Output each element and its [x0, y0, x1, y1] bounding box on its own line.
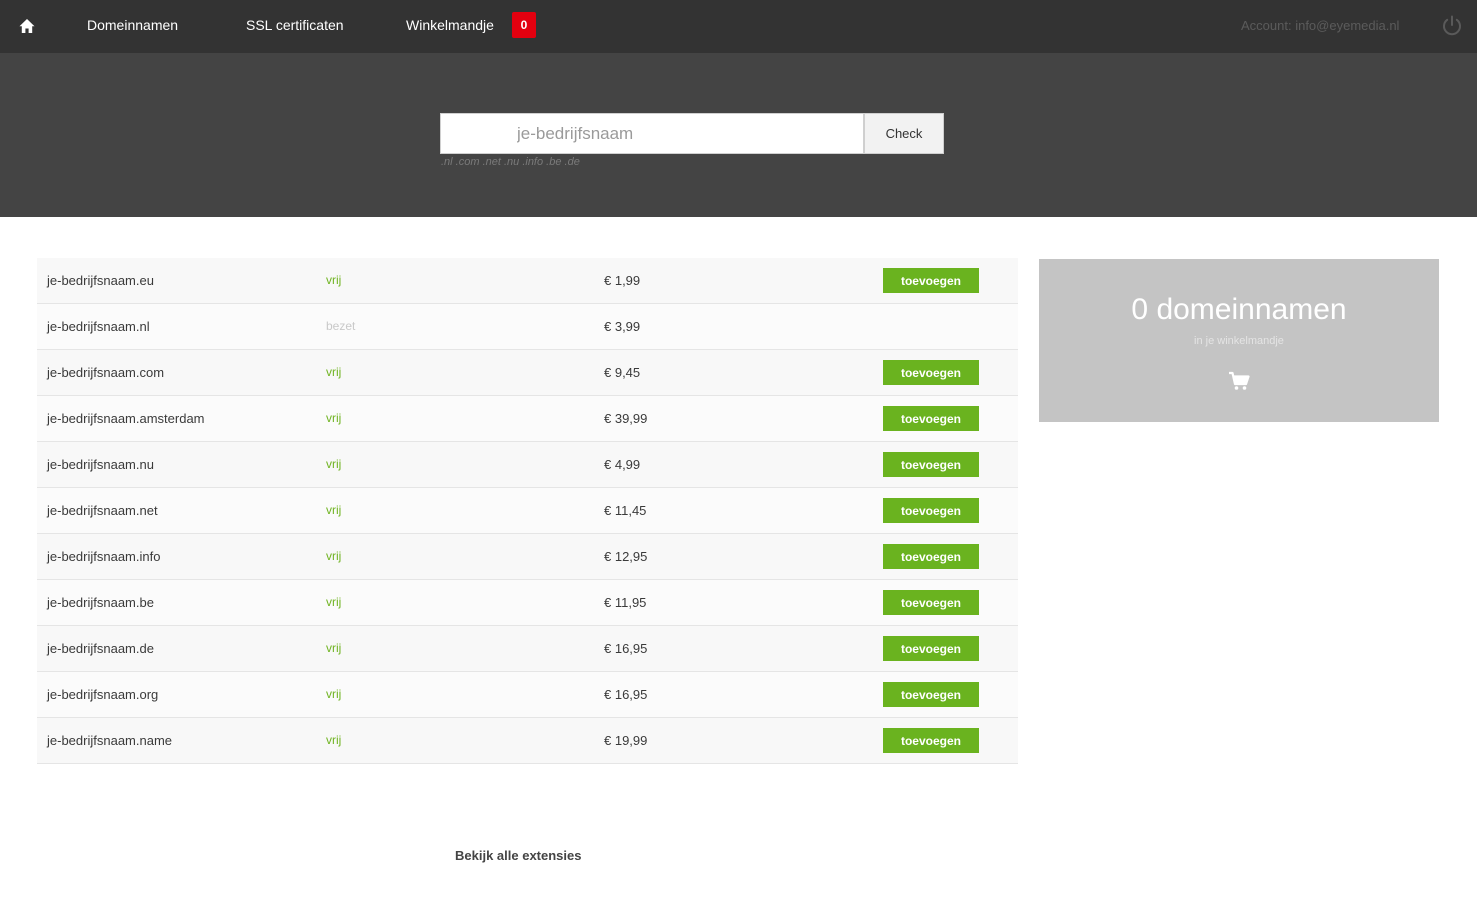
availability-status: vrij	[326, 549, 342, 563]
domain-row: je-bedrijfsnaam.de vrij € 16,95 toevoegen	[37, 626, 1018, 672]
availability-status: vrij	[326, 411, 342, 425]
domain-name: je-bedrijfsnaam.amsterdam	[47, 411, 205, 426]
domain-results-table: je-bedrijfsnaam.eu vrij € 1,99 toevoegen je-…	[37, 258, 1018, 764]
domain-price: € 11,95	[604, 595, 647, 610]
availability-status: vrij	[326, 503, 342, 517]
check-button[interactable]: Check	[864, 113, 944, 154]
domain-row: je-bedrijfsnaam.eu vrij € 1,99 toevoegen	[37, 258, 1018, 304]
add-to-cart-button[interactable]: toevoegen	[883, 406, 979, 431]
domain-row: je-bedrijfsnaam.info vrij € 12,95 toevoegen	[37, 534, 1018, 580]
domain-name: je-bedrijfsnaam.name	[47, 733, 173, 748]
domain-price: € 9,45	[604, 365, 641, 380]
domain-row: je-bedrijfsnaam.nu vrij € 4,99 toevoegen	[37, 442, 1018, 488]
add-to-cart-button[interactable]: toevoegen	[883, 544, 979, 569]
domain-row: je-bedrijfsnaam.net vrij € 11,45 toevoegen	[37, 488, 1018, 534]
add-to-cart-button[interactable]: toevoegen	[883, 268, 979, 293]
domain-row: je-bedrijfsnaam.name vrij € 19,99 toevoegen	[37, 718, 1018, 764]
domain-name: je-bedrijfsnaam.org	[47, 687, 159, 702]
top-navigation: Domeinnamen SSL certificaten Winkelmandj…	[0, 0, 1477, 53]
domain-price: € 39,99	[604, 411, 648, 426]
power-icon[interactable]	[1440, 14, 1464, 38]
domain-price: € 16,95	[604, 641, 648, 656]
availability-status: vrij	[326, 365, 342, 379]
availability-status: vrij	[326, 733, 342, 747]
nav-ssl-certificaten[interactable]: SSL certificaten	[246, 17, 344, 33]
add-to-cart-button[interactable]: toevoegen	[883, 498, 979, 523]
domain-name: je-bedrijfsnaam.nl	[47, 319, 150, 334]
add-to-cart-button[interactable]: toevoegen	[883, 682, 979, 707]
domain-name: je-bedrijfsnaam.de	[47, 641, 154, 656]
domain-search-input[interactable]	[440, 113, 864, 154]
availability-status: vrij	[326, 457, 342, 471]
cart-count-badge[interactable]: 0	[512, 12, 536, 38]
domain-row: je-bedrijfsnaam.be vrij € 11,95 toevoegen	[37, 580, 1018, 626]
domain-name: je-bedrijfsnaam.nu	[47, 457, 154, 472]
add-to-cart-button[interactable]: toevoegen	[883, 360, 979, 385]
nav-domeinnamen[interactable]: Domeinnamen	[87, 17, 178, 33]
add-to-cart-button[interactable]: toevoegen	[883, 590, 979, 615]
domain-price: € 12,95	[604, 549, 648, 564]
account-label[interactable]: Account: info@eyemedia.nl	[1241, 18, 1399, 33]
domain-name: je-bedrijfsnaam.net	[47, 503, 158, 518]
availability-status: vrij	[326, 687, 342, 701]
availability-status: vrij	[326, 641, 342, 655]
add-to-cart-button[interactable]: toevoegen	[883, 728, 979, 753]
cart-domain-count: 0 domeinnamen	[1131, 293, 1347, 326]
domain-row: je-bedrijfsnaam.nl bezet € 3,99	[37, 304, 1018, 350]
nav-winkelmandje[interactable]: Winkelmandje	[406, 17, 494, 33]
domain-price: € 4,99	[604, 457, 641, 472]
domain-search-section: Check .nl .com .net .nu .info .be .de	[0, 53, 1477, 217]
home-icon[interactable]	[18, 17, 36, 35]
domain-price: € 19,99	[604, 733, 648, 748]
domain-name: je-bedrijfsnaam.info	[47, 549, 161, 564]
domain-row: je-bedrijfsnaam.com vrij € 9,45 toevoegen	[37, 350, 1018, 396]
domain-name: je-bedrijfsnaam.com	[47, 365, 165, 380]
domain-name: je-bedrijfsnaam.eu	[47, 273, 154, 288]
availability-status: bezet	[326, 319, 356, 333]
domain-price: € 16,95	[604, 687, 648, 702]
domain-row: je-bedrijfsnaam.org vrij € 16,95 toevoegen	[37, 672, 1018, 718]
view-all-extensions-link[interactable]: Bekijk alle extensies	[455, 848, 581, 863]
add-to-cart-button[interactable]: toevoegen	[883, 452, 979, 477]
add-to-cart-button[interactable]: toevoegen	[883, 636, 979, 661]
domain-price: € 11,45	[604, 503, 647, 518]
search-extensions-hint: .nl .com .net .nu .info .be .de	[441, 156, 580, 168]
domain-price: € 1,99	[604, 273, 641, 288]
domain-row: je-bedrijfsnaam.amsterdam vrij € 39,99 toev…	[37, 396, 1018, 442]
domain-name: je-bedrijfsnaam.be	[47, 595, 154, 610]
cart-summary-panel: 0 domeinnamen in je winkelmandje	[1039, 259, 1439, 422]
cart-subtitle: in je winkelmandje	[1194, 335, 1284, 347]
availability-status: vrij	[326, 595, 342, 609]
domain-price: € 3,99	[604, 319, 641, 334]
availability-status: vrij	[326, 273, 342, 287]
cart-icon[interactable]	[1227, 369, 1251, 393]
